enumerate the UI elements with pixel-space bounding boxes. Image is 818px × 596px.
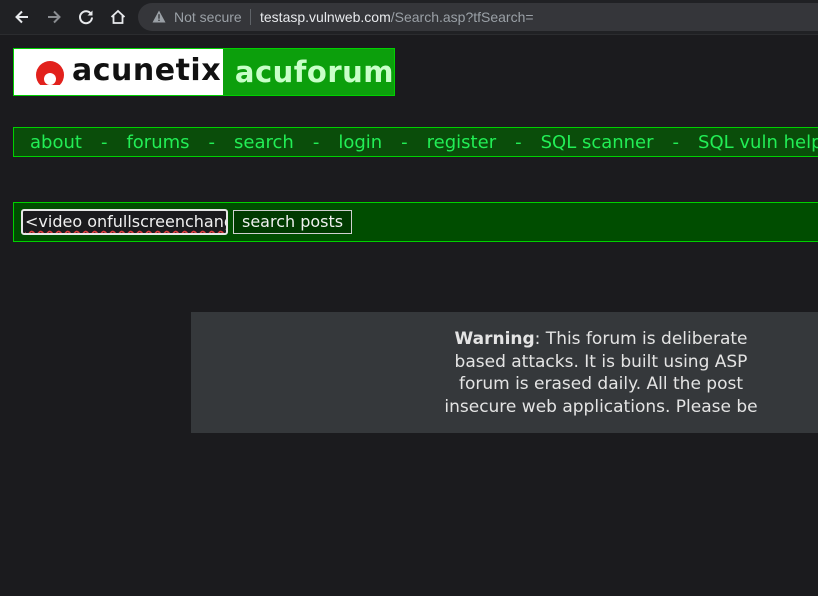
nav-separator: -: [672, 131, 680, 153]
browser-toolbar: Not secure testasp.vulnweb.com/Search.as…: [0, 0, 818, 35]
warning-line-4: insecure web applications. Please be: [444, 396, 758, 417]
site-logo[interactable]: acunetix acuforum: [13, 48, 395, 96]
nav-separator: -: [312, 131, 320, 153]
nav-separator: -: [515, 131, 522, 153]
security-label[interactable]: Not secure: [174, 9, 242, 25]
warning-line-1: : This forum is deliberate: [534, 329, 748, 349]
nav-forums-link[interactable]: forums: [126, 132, 189, 153]
acunetix-logo: acunetix: [14, 49, 223, 95]
acuforum-logo: acuforum: [222, 49, 394, 95]
nav-sql-scanner-link[interactable]: SQL scanner: [541, 132, 654, 153]
nav-separator: -: [208, 131, 216, 153]
arrow-left-icon: [15, 10, 28, 24]
warning-label: Warning: [454, 329, 535, 349]
nav-sql-vuln-help-link[interactable]: SQL vuln help: [698, 132, 818, 153]
url-text[interactable]: testasp.vulnweb.com/Search.asp?tfSearch=: [260, 9, 534, 25]
nav-search-link[interactable]: search: [234, 132, 294, 153]
nav-separator: -: [401, 131, 408, 153]
brand-name: acunetix: [72, 53, 222, 88]
reload-icon: [79, 10, 93, 25]
main-nav: about - forums - search - login - regist…: [13, 127, 818, 157]
nav-login-link[interactable]: login: [338, 132, 382, 153]
home-icon: [110, 9, 126, 24]
home-button[interactable]: [106, 5, 130, 29]
warning-box: Warning: This forum is deliberate based …: [191, 312, 818, 433]
url-host: testasp.vulnweb.com: [260, 9, 391, 25]
warning-line-3: forum is erased daily. All the post: [458, 374, 744, 394]
search-bar: <video onfullscreenchang search posts: [13, 202, 818, 242]
warning-triangle-icon: [152, 10, 166, 23]
address-divider: [250, 9, 251, 25]
search-input-value: <video onfullscreenchang: [25, 212, 228, 231]
nav-separator: -: [100, 131, 108, 153]
warning-text: Warning: This forum is deliberate based …: [191, 328, 818, 418]
arrow-right-icon: [48, 10, 61, 24]
nav-about-link[interactable]: about: [30, 132, 82, 153]
forward-button[interactable]: [42, 5, 66, 29]
address-bar[interactable]: Not secure testasp.vulnweb.com/Search.as…: [138, 3, 818, 31]
acunetix-mark-icon: [30, 61, 70, 89]
search-input[interactable]: <video onfullscreenchang: [21, 209, 228, 235]
product-name: acuforum: [234, 55, 394, 89]
search-posts-button[interactable]: search posts: [233, 210, 353, 234]
back-button[interactable]: [10, 5, 34, 29]
nav-register-link[interactable]: register: [427, 132, 496, 153]
reload-button[interactable]: [74, 5, 98, 29]
url-path: /Search.asp?tfSearch=: [390, 9, 534, 25]
warning-line-2: based attacks. It is built using ASP: [454, 351, 748, 372]
